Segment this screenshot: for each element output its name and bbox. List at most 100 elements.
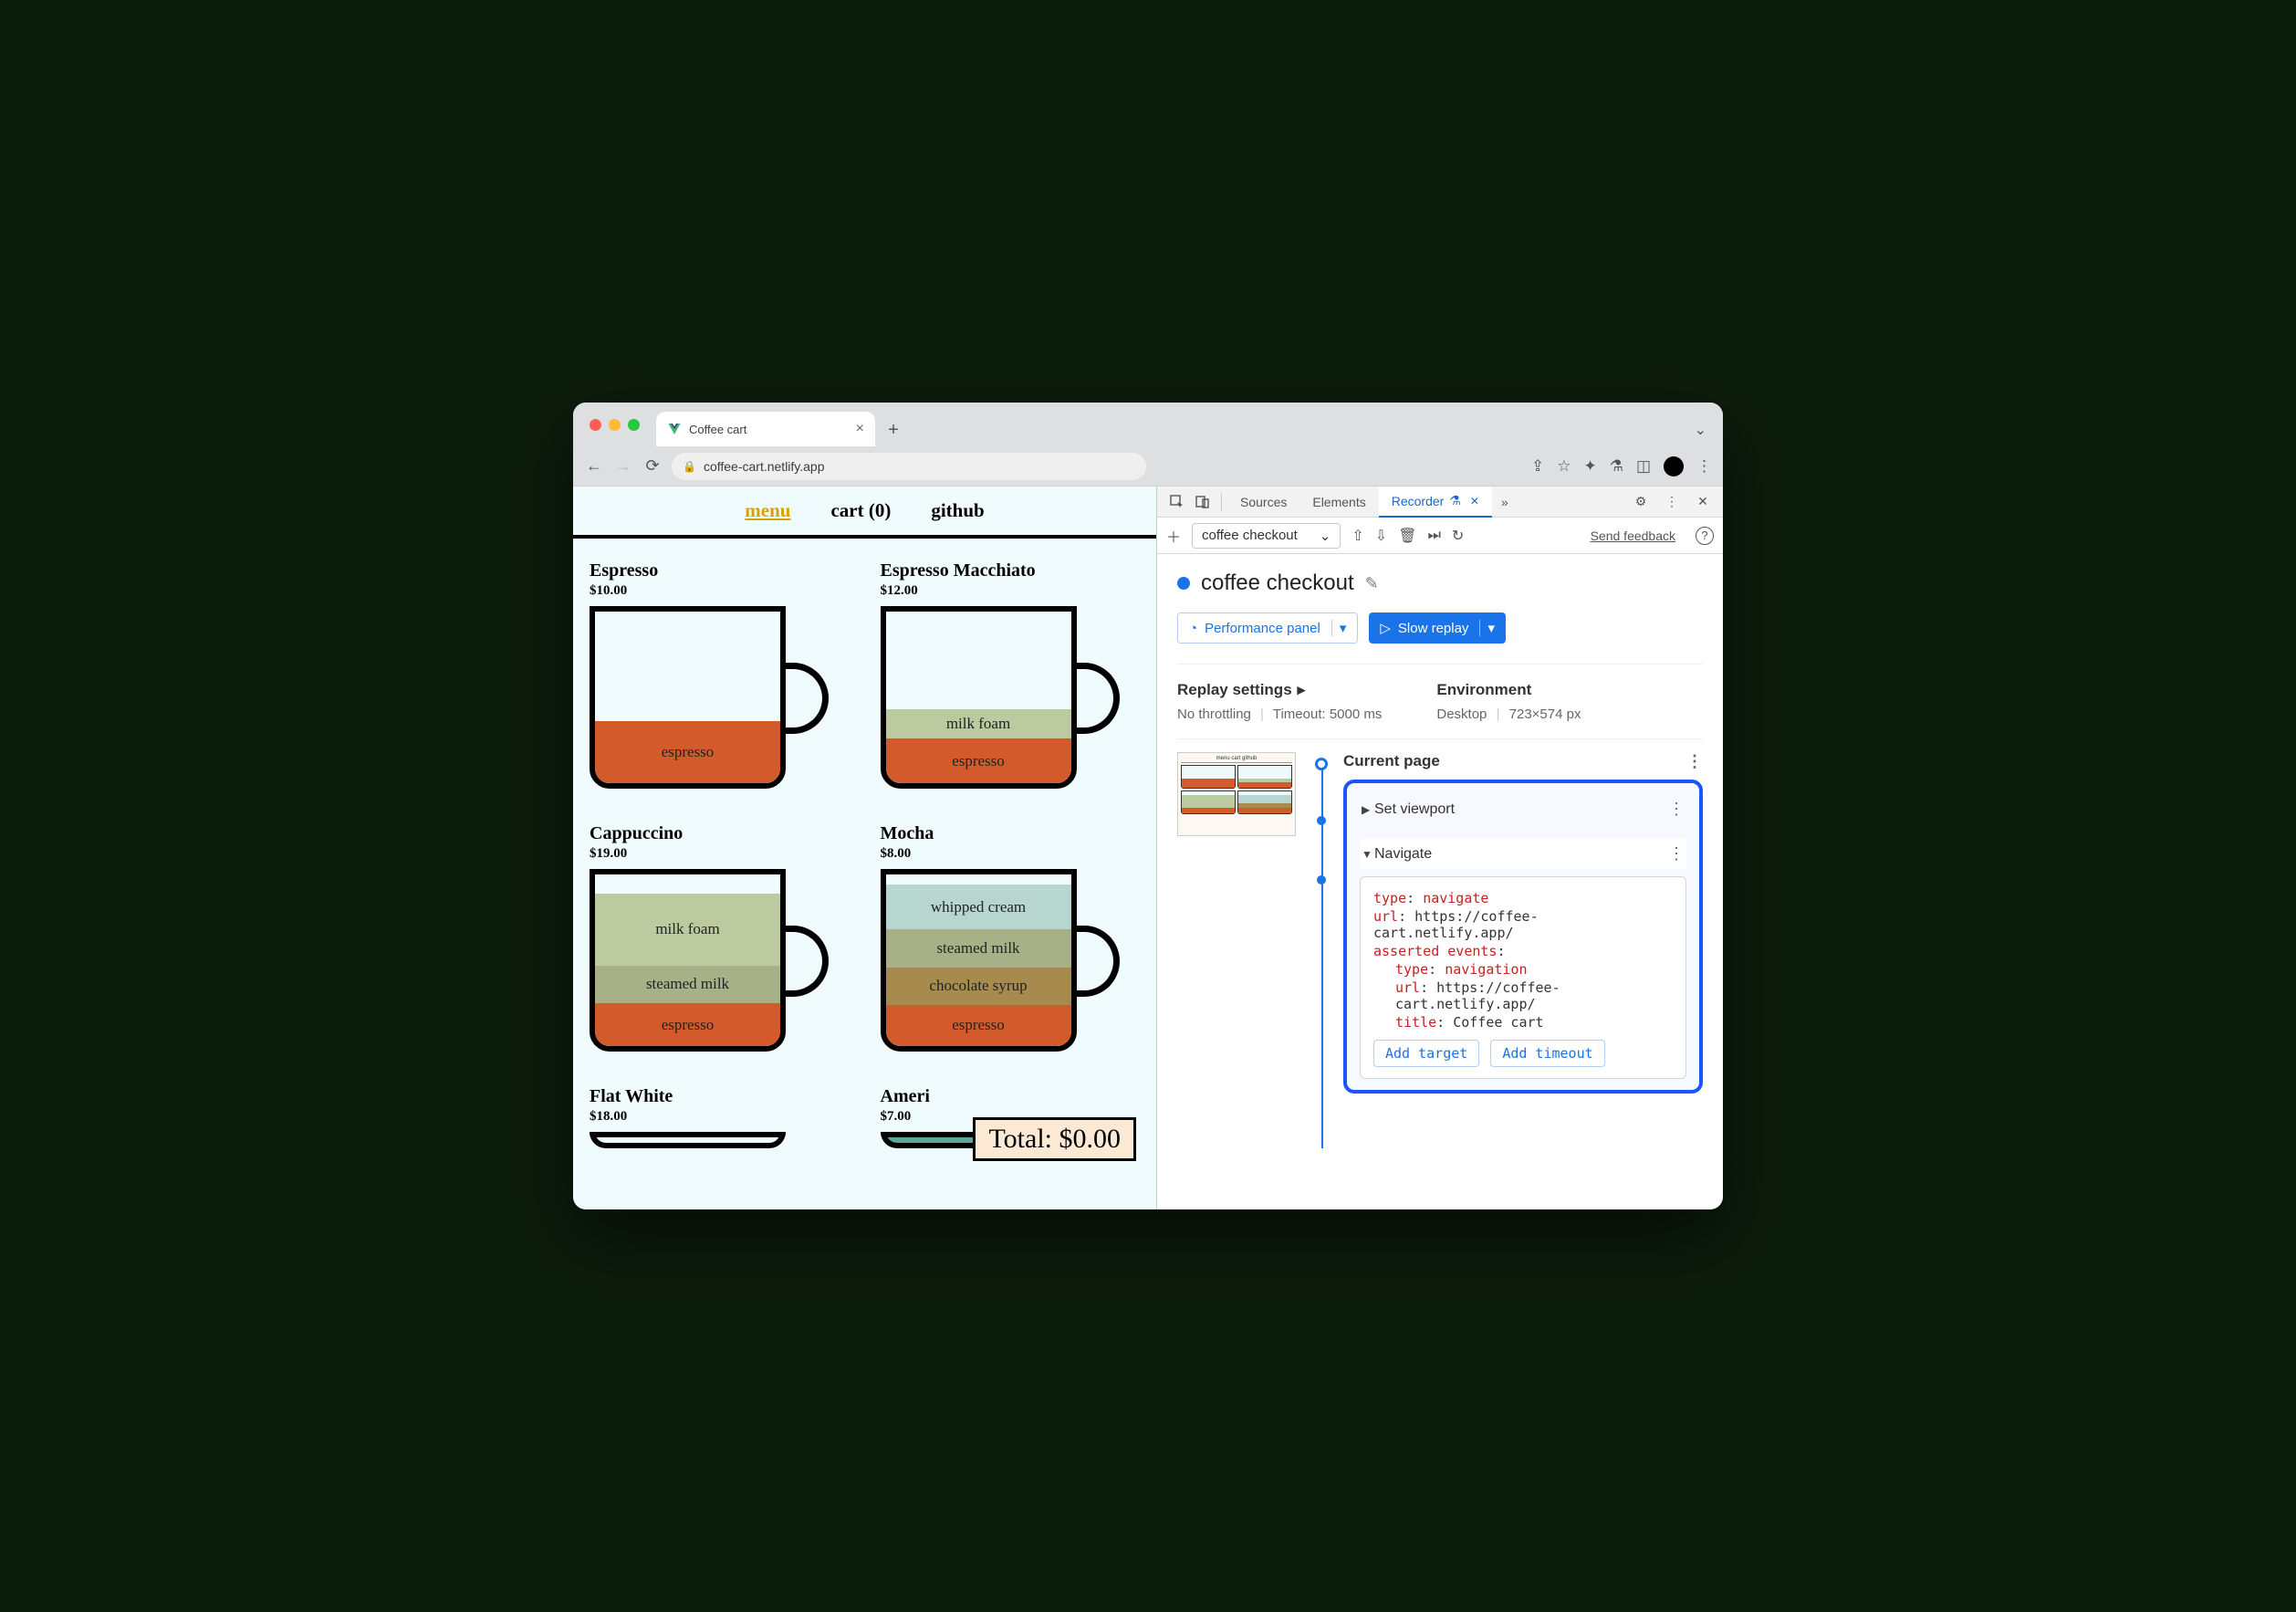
layer-steamed-milk: steamed milk <box>886 929 1071 967</box>
product-card[interactable]: Cappuccino $19.00 espresso steamed milk … <box>590 823 850 1061</box>
tab-close-icon[interactable]: ✕ <box>1466 495 1479 508</box>
product-card[interactable]: Mocha $8.00 espresso chocolate syrup ste… <box>881 823 1141 1061</box>
tabs-overflow-icon[interactable]: ⌄ <box>1695 421 1706 439</box>
kebab-menu-icon[interactable]: ⋮ <box>1659 489 1685 515</box>
product-card[interactable]: Flat White $18.00 <box>590 1086 850 1148</box>
delete-icon[interactable]: 🗑 <box>1398 527 1416 545</box>
import-icon[interactable]: ⇩ <box>1375 527 1387 545</box>
cup-graphic <box>590 1132 827 1148</box>
tab-elements[interactable]: Elements <box>1299 487 1378 518</box>
product-price: $10.00 <box>590 583 850 599</box>
omnibox[interactable]: 🔒 coffee-cart.netlify.app <box>672 453 1146 480</box>
kebab-menu-icon[interactable]: ⋮ <box>1696 457 1712 476</box>
layer-espresso: espresso <box>595 721 780 783</box>
layer-milk-foam: milk foam <box>595 894 780 966</box>
nav-link-github[interactable]: github <box>931 499 984 522</box>
tab-sources[interactable]: Sources <box>1227 487 1299 518</box>
labs-icon[interactable]: ⚗ <box>1610 457 1623 476</box>
step-label: Current page <box>1343 752 1440 770</box>
cup-graphic: espresso <box>590 606 827 798</box>
throttling-value: No throttling <box>1177 707 1251 722</box>
maximize-window-icon[interactable] <box>628 419 640 431</box>
recording-title: coffee checkout <box>1201 570 1354 596</box>
inspect-icon[interactable] <box>1164 489 1190 515</box>
export-icon[interactable]: ⇧ <box>1352 527 1363 545</box>
minimize-window-icon[interactable] <box>609 419 621 431</box>
close-window-icon[interactable] <box>590 419 601 431</box>
nav-link-cart[interactable]: cart (0) <box>830 499 891 522</box>
extensions-icon[interactable]: ✦ <box>1583 457 1596 476</box>
step-icon[interactable]: ⏭ <box>1428 528 1441 544</box>
back-button[interactable]: ← <box>584 456 604 476</box>
replay-settings[interactable]: Replay settings▸ No throttling | Timeout… <box>1177 681 1382 722</box>
product-card[interactable]: Espresso Macchiato $12.00 espresso milk … <box>881 560 1141 798</box>
content-split: menu cart (0) github Espresso $10.00 esp… <box>573 487 1723 1209</box>
sidepanel-icon[interactable]: ◫ <box>1636 457 1651 476</box>
new-recording-icon[interactable]: ＋ <box>1166 525 1181 547</box>
step-menu-icon[interactable]: ⋮ <box>1686 752 1703 771</box>
step-card-active: ▶ Set viewport ⋮ ▼ Navigate ⋮ <box>1343 780 1703 1094</box>
timeline-node-icon <box>1315 758 1328 770</box>
timeline <box>1310 752 1332 1094</box>
step-navigate[interactable]: ▼ Navigate ⋮ <box>1360 839 1686 869</box>
tab-strip: Coffee cart × + ⌄ <box>573 403 1723 446</box>
loop-icon[interactable]: ↻ <box>1452 527 1464 545</box>
environment-label: Environment <box>1436 681 1581 699</box>
address-bar: ← → ⟳ 🔒 coffee-cart.netlify.app ⇪ ☆ ✦ ⚗ … <box>573 446 1723 487</box>
add-timeout-button[interactable]: Add timeout <box>1490 1040 1604 1067</box>
browser-tab[interactable]: Coffee cart × <box>656 412 875 446</box>
share-icon[interactable]: ⇪ <box>1531 457 1544 476</box>
recording-select[interactable]: coffee checkout ⌄ <box>1192 523 1341 549</box>
nav-link-menu[interactable]: menu <box>745 499 790 522</box>
step-details[interactable]: type: navigate url: https://coffee-cart.… <box>1360 876 1686 1079</box>
vue-favicon-icon <box>667 422 682 436</box>
chevron-down-icon[interactable]: ▾ <box>1479 620 1495 636</box>
gear-icon[interactable]: ⚙ <box>1628 489 1654 515</box>
timeline-node-icon <box>1317 875 1326 885</box>
step-menu-icon[interactable]: ⋮ <box>1668 844 1685 864</box>
product-name: Mocha <box>881 823 1141 844</box>
profile-avatar-icon[interactable] <box>1664 456 1684 476</box>
chevron-down-icon[interactable]: ▾ <box>1331 620 1347 636</box>
devtools-tab-bar: Sources Elements Recorder ⚗ ✕ » ⚙ ⋮ ✕ <box>1157 487 1723 518</box>
add-target-button[interactable]: Add target <box>1373 1040 1479 1067</box>
replay-button[interactable]: ▷ Slow replay ▾ <box>1369 612 1506 644</box>
url-text: coffee-cart.netlify.app <box>704 459 825 474</box>
send-feedback-link[interactable]: Send feedback <box>1591 529 1675 543</box>
cup-graphic: espresso chocolate syrup steamed milk wh… <box>881 869 1118 1061</box>
bookmark-icon[interactable]: ☆ <box>1557 457 1571 476</box>
product-name: Cappuccino <box>590 823 850 844</box>
tab-recorder[interactable]: Recorder ⚗ ✕ <box>1379 487 1492 518</box>
total-badge[interactable]: Total: $0.00 <box>973 1117 1136 1161</box>
env-device: Desktop <box>1436 707 1487 722</box>
env-viewport: 723×574 px <box>1509 707 1581 722</box>
step-current-page: Current page ⋮ <box>1343 752 1703 770</box>
recording-name: coffee checkout <box>1202 528 1298 543</box>
device-toggle-icon[interactable] <box>1190 489 1216 515</box>
layer-espresso: espresso <box>886 738 1071 783</box>
window-controls <box>590 419 640 431</box>
perf-label: Performance panel <box>1205 621 1320 636</box>
layer-milk-foam: milk foam <box>886 709 1071 738</box>
help-icon[interactable]: ? <box>1696 527 1714 545</box>
product-name: Flat White <box>590 1086 850 1107</box>
tab-close-icon[interactable]: × <box>856 421 864 437</box>
step-menu-icon[interactable]: ⋮ <box>1668 800 1685 819</box>
more-tabs-icon[interactable]: » <box>1492 489 1518 515</box>
reload-button[interactable]: ⟳ <box>642 456 663 476</box>
play-icon: ▷ <box>1380 620 1391 636</box>
product-card[interactable]: Espresso $10.00 espresso <box>590 560 850 798</box>
environment-info: Environment Desktop | 723×574 px <box>1436 681 1581 722</box>
step-label: Navigate <box>1374 846 1432 863</box>
edit-title-icon[interactable]: ✎ <box>1365 574 1379 593</box>
recorder-toolbar: ＋ coffee checkout ⌄ ⇧ ⇩ 🗑 ⏭ ↻ Send feedb… <box>1157 518 1723 554</box>
chevron-down-icon: ⌄ <box>1320 528 1331 544</box>
close-icon[interactable]: ✕ <box>1690 489 1716 515</box>
step-set-viewport[interactable]: ▶ Set viewport ⋮ <box>1360 794 1686 824</box>
new-tab-button[interactable]: + <box>881 417 906 443</box>
recording-title-row: coffee checkout ✎ <box>1177 570 1703 596</box>
labs-icon: ⚗ <box>1449 493 1461 508</box>
chevron-down-icon: ▼ <box>1362 848 1374 861</box>
site-nav: menu cart (0) github <box>573 487 1156 539</box>
performance-panel-button[interactable]: ◔ Performance panel ▾ <box>1177 612 1358 644</box>
